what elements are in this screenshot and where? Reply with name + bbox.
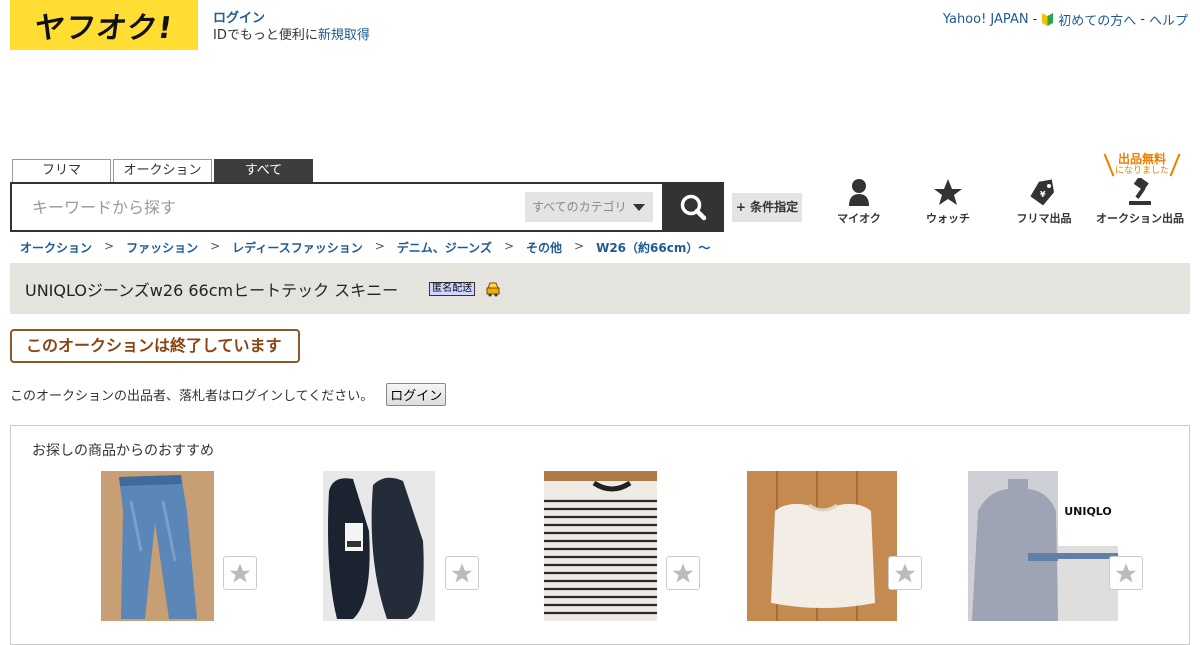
help-link[interactable]: ヘルプ: [1149, 10, 1188, 29]
breadcrumb-separator: >: [503, 239, 515, 253]
breadcrumb: オークション > ファッション > レディースファッション > デニム、ジーンズ…: [20, 239, 710, 256]
separator: -: [1032, 12, 1038, 27]
auction-sell-link[interactable]: オークション出品: [1090, 178, 1190, 226]
login-prompt-text: このオークションの出品者、落札者はログインしてください。: [10, 389, 374, 404]
breadcrumb-ladies-fashion[interactable]: レディースファッション: [232, 239, 363, 256]
watch-button[interactable]: [666, 556, 700, 590]
tab-auction[interactable]: オークション: [113, 159, 212, 182]
star-icon: [672, 563, 694, 583]
my-auction-link[interactable]: マイオク: [820, 178, 898, 226]
breadcrumb-separator: >: [574, 239, 585, 253]
condition-button[interactable]: + 条件指定: [732, 193, 802, 222]
breadcrumb-other[interactable]: その他: [526, 239, 562, 256]
free-listing-badge: 出品無料 になりました: [1100, 152, 1184, 177]
delivery-truck-icon: [486, 282, 500, 296]
category-select[interactable]: すべてのカテゴリ: [525, 192, 653, 222]
watch-button[interactable]: [223, 556, 257, 590]
header-links: Yahoo! JAPAN - 初めての方へ - ヘルプ: [943, 10, 1188, 29]
logo-text: ヤフオク!: [32, 11, 176, 46]
quick-item-label: ウォッチ: [926, 212, 970, 225]
recommendations-panel: お探しの商品からのおすすめ UNIQLO: [10, 425, 1190, 645]
gavel-icon: [1129, 178, 1151, 205]
login-prompt: このオークションの出品者、落札者はログインしてください。 ログイン: [10, 383, 447, 406]
yafuoku-logo[interactable]: ヤフオク!: [10, 0, 198, 50]
striped-top-photo[interactable]: [544, 471, 657, 621]
free-badge-main: 出品無料: [1117, 152, 1166, 166]
person-icon: [849, 179, 869, 206]
beginners-guide-link[interactable]: 初めての方へ: [1058, 10, 1136, 29]
item-title: UNIQLOジーンズw26 66cmヒートテック スキニー: [25, 280, 399, 300]
search-button[interactable]: [662, 182, 724, 232]
beginner-mark-icon: [1042, 13, 1054, 26]
star-icon: [894, 563, 916, 583]
breadcrumb-separator: >: [374, 239, 385, 253]
signup-link[interactable]: 新規取得: [318, 28, 370, 43]
star-icon: [229, 563, 251, 583]
login-link[interactable]: ログイン: [213, 10, 370, 27]
breadcrumb-fashion[interactable]: ファッション: [126, 239, 198, 256]
quick-item-label: マイオク: [837, 212, 881, 225]
quick-item-label: オークション出品: [1096, 212, 1184, 225]
navy-flat-shoes-photo[interactable]: [323, 471, 435, 621]
breadcrumb-w26[interactable]: W26（約66cm）～: [596, 239, 710, 256]
quick-item-label: フリマ出品: [1016, 212, 1072, 225]
recommendations-title: お探しの商品からのおすすめ: [32, 443, 214, 459]
tab-all[interactable]: すべて: [214, 159, 313, 182]
auction-ended-notice: このオークションは終了しています: [10, 329, 300, 363]
tab-flea-market[interactable]: フリマ: [12, 159, 111, 182]
breadcrumb-separator: >: [210, 239, 221, 253]
item-title-bar: UNIQLOジーンズw26 66cmヒートテック スキニー 匿名配送: [10, 263, 1190, 314]
white-knit-sweater-photo[interactable]: [747, 471, 897, 621]
star-icon: [1115, 563, 1137, 583]
separator: -: [1140, 12, 1145, 27]
uniqlo-overlay-text: UNIQLO: [1064, 505, 1112, 518]
star-icon: [451, 563, 473, 583]
category-select-label: すべてのカテゴリ: [532, 200, 627, 214]
quick-nav: マイオク ウォッチ ¥ フリマ出品 オークション出品: [820, 178, 1190, 226]
login-promo-text: IDでもっと便利に: [213, 28, 318, 43]
login-button[interactable]: ログイン: [386, 383, 447, 406]
watch-link[interactable]: ウォッチ: [898, 178, 998, 226]
watch-button[interactable]: [1109, 556, 1143, 590]
jeans-photo[interactable]: [101, 471, 214, 621]
login-box: ログイン IDでもっと便利に新規取得: [213, 10, 370, 44]
breadcrumb-auction[interactable]: オークション: [20, 239, 92, 256]
star-icon: [934, 179, 962, 205]
breadcrumb-separator: >: [104, 239, 115, 253]
gray-turtleneck-uniqlo-photo[interactable]: UNIQLO: [968, 471, 1118, 621]
watch-button[interactable]: [445, 556, 479, 590]
yahoo-japan-link[interactable]: Yahoo! JAPAN: [943, 12, 1029, 27]
svg-text:¥: ¥: [1040, 190, 1046, 199]
search-tabs: フリマ オークション すべて: [12, 159, 313, 182]
search-icon: [680, 194, 707, 221]
watch-button[interactable]: [888, 556, 922, 590]
breadcrumb-denim-jeans[interactable]: デニム、ジーンズ: [397, 239, 492, 256]
chevron-down-icon: [633, 204, 645, 211]
flea-market-sell-link[interactable]: ¥ フリマ出品: [998, 178, 1090, 226]
anonymous-shipping-badge: 匿名配送: [429, 281, 476, 296]
price-tag-icon: ¥: [1030, 179, 1055, 206]
search-box: すべてのカテゴリ: [10, 182, 724, 232]
